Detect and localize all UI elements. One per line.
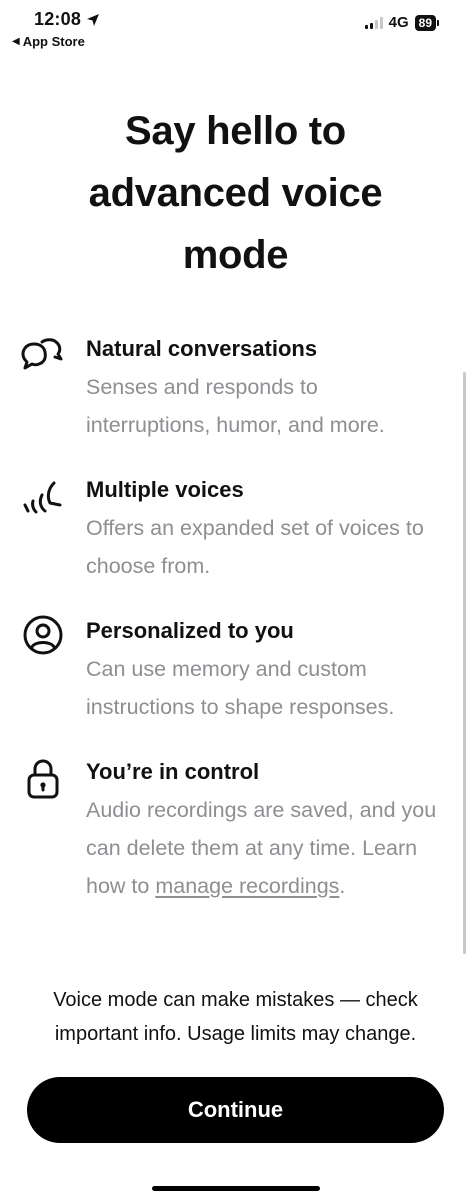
battery-icon: 89: [414, 14, 439, 31]
feature-heading: Multiple voices: [86, 477, 244, 502]
title-line: mode: [182, 233, 289, 277]
title-line: advanced voice: [88, 171, 383, 215]
location-arrow-icon: [87, 13, 100, 26]
chat-bubbles-icon: [21, 338, 63, 370]
network-type: 4G: [388, 14, 409, 31]
status-bar: 12:08 ◀ App Store 4G 89: [0, 0, 471, 58]
back-caret-icon: ◀: [12, 36, 20, 47]
voice-waves-icon: [23, 481, 62, 514]
battery-level: 89: [414, 14, 436, 31]
feature-description: Audio recordings are saved, and you can …: [86, 791, 446, 905]
home-indicator[interactable]: [152, 1186, 320, 1191]
page-title: Say hello to advanced voice mode: [0, 100, 471, 286]
status-indicators: 4G 89: [364, 14, 439, 31]
time-group: 12:08: [34, 9, 100, 30]
person-circle-icon: [23, 615, 63, 655]
manage-recordings-link[interactable]: manage recordings: [155, 874, 339, 898]
continue-button[interactable]: Continue: [27, 1077, 444, 1143]
back-app-label: App Store: [22, 34, 85, 49]
feature-heading: Natural conversations: [86, 336, 318, 361]
lock-icon: [27, 759, 59, 799]
learn-suffix: .: [339, 874, 346, 898]
status-time: 12:08: [34, 9, 82, 29]
back-to-app-store[interactable]: ◀ App Store: [12, 34, 85, 49]
scrollbar[interactable]: [463, 372, 466, 954]
title-line: Say hello to: [125, 109, 346, 153]
feature-description: Offers an expanded set of voices to choo…: [86, 516, 424, 578]
disclaimer-text: Voice mode can make mistakes — check imp…: [53, 989, 418, 1045]
feature-heading: You’re in control: [86, 759, 260, 784]
cellular-signal-icon: [364, 16, 383, 29]
feature-description: Senses and responds to interruptions, hu…: [86, 375, 385, 437]
feature-heading: Personalized to you: [86, 618, 294, 643]
feature-description: Can use memory and custom instructions t…: [86, 657, 395, 719]
